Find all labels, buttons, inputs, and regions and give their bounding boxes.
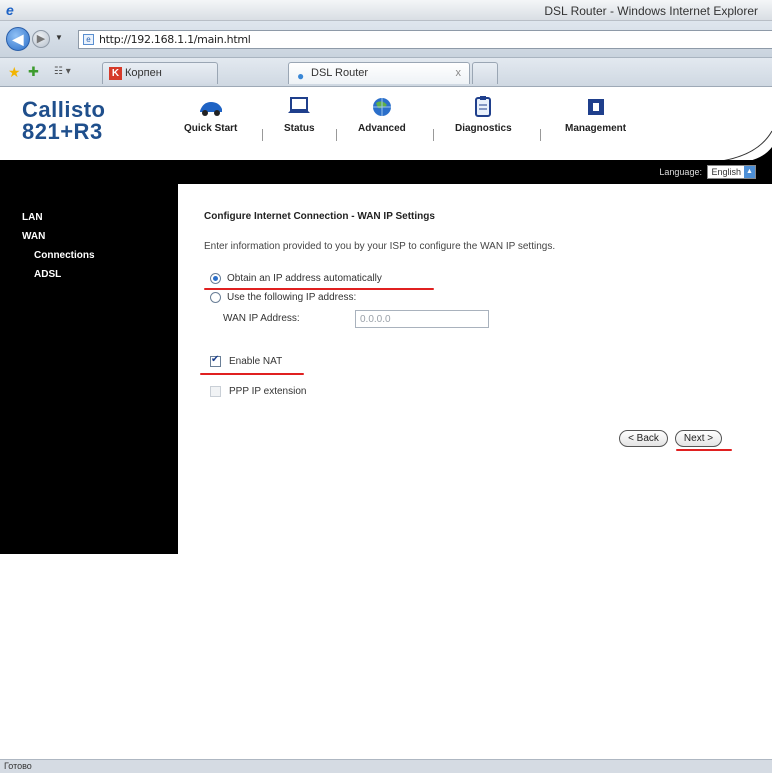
favorites-star-icon[interactable]: ★ [8, 64, 21, 81]
page-icon: e [83, 34, 94, 45]
radio-auto-ip[interactable] [210, 273, 221, 284]
tab-bar: ★ ✚ ☷ ▾ K Корпен ● DSL Router x [0, 58, 772, 87]
brand-line2: 821+R3 [22, 119, 103, 144]
nav-diagnostics[interactable]: Diagnostics [455, 95, 512, 134]
new-tab-button[interactable] [472, 62, 498, 84]
address-url[interactable]: http://192.168.1.1/main.html [99, 33, 251, 46]
back-icon[interactable]: ◀ [6, 27, 30, 51]
close-tab-icon[interactable]: x [456, 63, 462, 83]
radio-manual-ip[interactable] [210, 292, 221, 303]
nav-divider [433, 129, 434, 141]
tab-dsl-router[interactable]: ● DSL Router x [288, 62, 470, 84]
sidebar-item-wan[interactable]: WAN [22, 231, 45, 242]
next-button[interactable]: Next > [675, 430, 722, 447]
checkbox-ppp-ip-extension [210, 386, 221, 397]
option-auto-ip-label: Obtain an IP address automatically [227, 273, 382, 285]
forward-icon[interactable]: ▶ [32, 30, 50, 48]
ie-page-icon: ● [297, 69, 305, 83]
nav-label: Status [284, 123, 315, 134]
car-icon [199, 102, 222, 116]
option-auto-ip[interactable]: Obtain an IP address automatically [210, 273, 382, 284]
wan-ip-label: WAN IP Address: [223, 313, 300, 324]
sidebar-item-lan[interactable]: LAN [22, 212, 43, 223]
sidebar-item-connections[interactable]: Connections [34, 250, 95, 261]
page-title: Configure Internet Connection - WAN IP S… [204, 211, 435, 222]
language-selector: Language: English ▲ [659, 165, 756, 179]
window-title: DSL Router - Windows Internet Explorer [544, 4, 758, 18]
add-favorite-icon[interactable]: ✚ [28, 64, 39, 80]
status-text: Готово [4, 761, 32, 771]
clipboard-icon [475, 96, 492, 117]
option-enable-nat[interactable]: Enable NAT [210, 354, 283, 368]
option-ppp-ip-extension: PPP IP extension [210, 386, 306, 397]
address-bar[interactable]: e http://192.168.1.1/main.html [78, 30, 772, 49]
router-header: Callisto 821+R3 Quick Start Status Advan… [0, 87, 772, 163]
header-curve [600, 130, 772, 163]
address-toolbar: ◀ ▶ ▼ e http://192.168.1.1/main.html [0, 21, 772, 58]
wan-ip-field[interactable] [355, 310, 489, 328]
sidebar-item-adsl[interactable]: ADSL [34, 269, 61, 280]
nav-label: Advanced [358, 123, 406, 134]
header-band [0, 160, 772, 184]
checkbox-enable-nat[interactable] [210, 354, 221, 367]
option-manual-ip-label: Use the following IP address: [227, 292, 357, 304]
status-bar: Готово [0, 759, 772, 773]
intro-text: Enter information provided to you by you… [204, 241, 556, 252]
ie-logo-icon: e [6, 2, 14, 18]
ppp-ip-extension-label: PPP IP extension [229, 386, 307, 398]
tab-label: DSL Router [311, 67, 369, 79]
annotation-underline [676, 449, 732, 451]
sidebar: LAN WAN Connections ADSL [0, 184, 178, 554]
tab-kopren[interactable]: K Корпен [102, 62, 218, 84]
window-title-bar: e DSL Router - Windows Internet Explorer [0, 0, 772, 21]
annotation-underline [204, 288, 434, 290]
option-manual-ip[interactable]: Use the following IP address: [210, 292, 356, 303]
folder-icon [587, 99, 604, 115]
nav-divider [540, 129, 541, 141]
nav-status[interactable]: Status [284, 95, 315, 134]
nav-label: Quick Start [184, 123, 238, 134]
router-brand: Callisto 821+R3 [22, 99, 105, 143]
laptop-icon [288, 97, 311, 113]
back-button[interactable]: < Back [619, 430, 668, 447]
nav-label: Diagnostics [455, 123, 512, 134]
tab-label: Корпен [125, 67, 162, 79]
nav-advanced[interactable]: Advanced [358, 95, 406, 134]
language-label: Language: [659, 167, 702, 177]
k-site-icon: K [109, 67, 122, 80]
quick-tabs-icon[interactable]: ☷ ▾ [54, 66, 71, 77]
nav-divider [262, 129, 263, 141]
globe-icon [372, 98, 391, 116]
select-arrow-icon: ▲ [744, 166, 755, 178]
annotation-underline [200, 373, 304, 375]
language-select[interactable]: English ▲ [707, 165, 756, 179]
nav-quick-start[interactable]: Quick Start [184, 95, 237, 134]
language-value: English [711, 167, 741, 177]
history-dropdown-icon[interactable]: ▼ [55, 33, 63, 42]
enable-nat-label: Enable NAT [229, 356, 283, 368]
nav-divider [336, 129, 337, 141]
